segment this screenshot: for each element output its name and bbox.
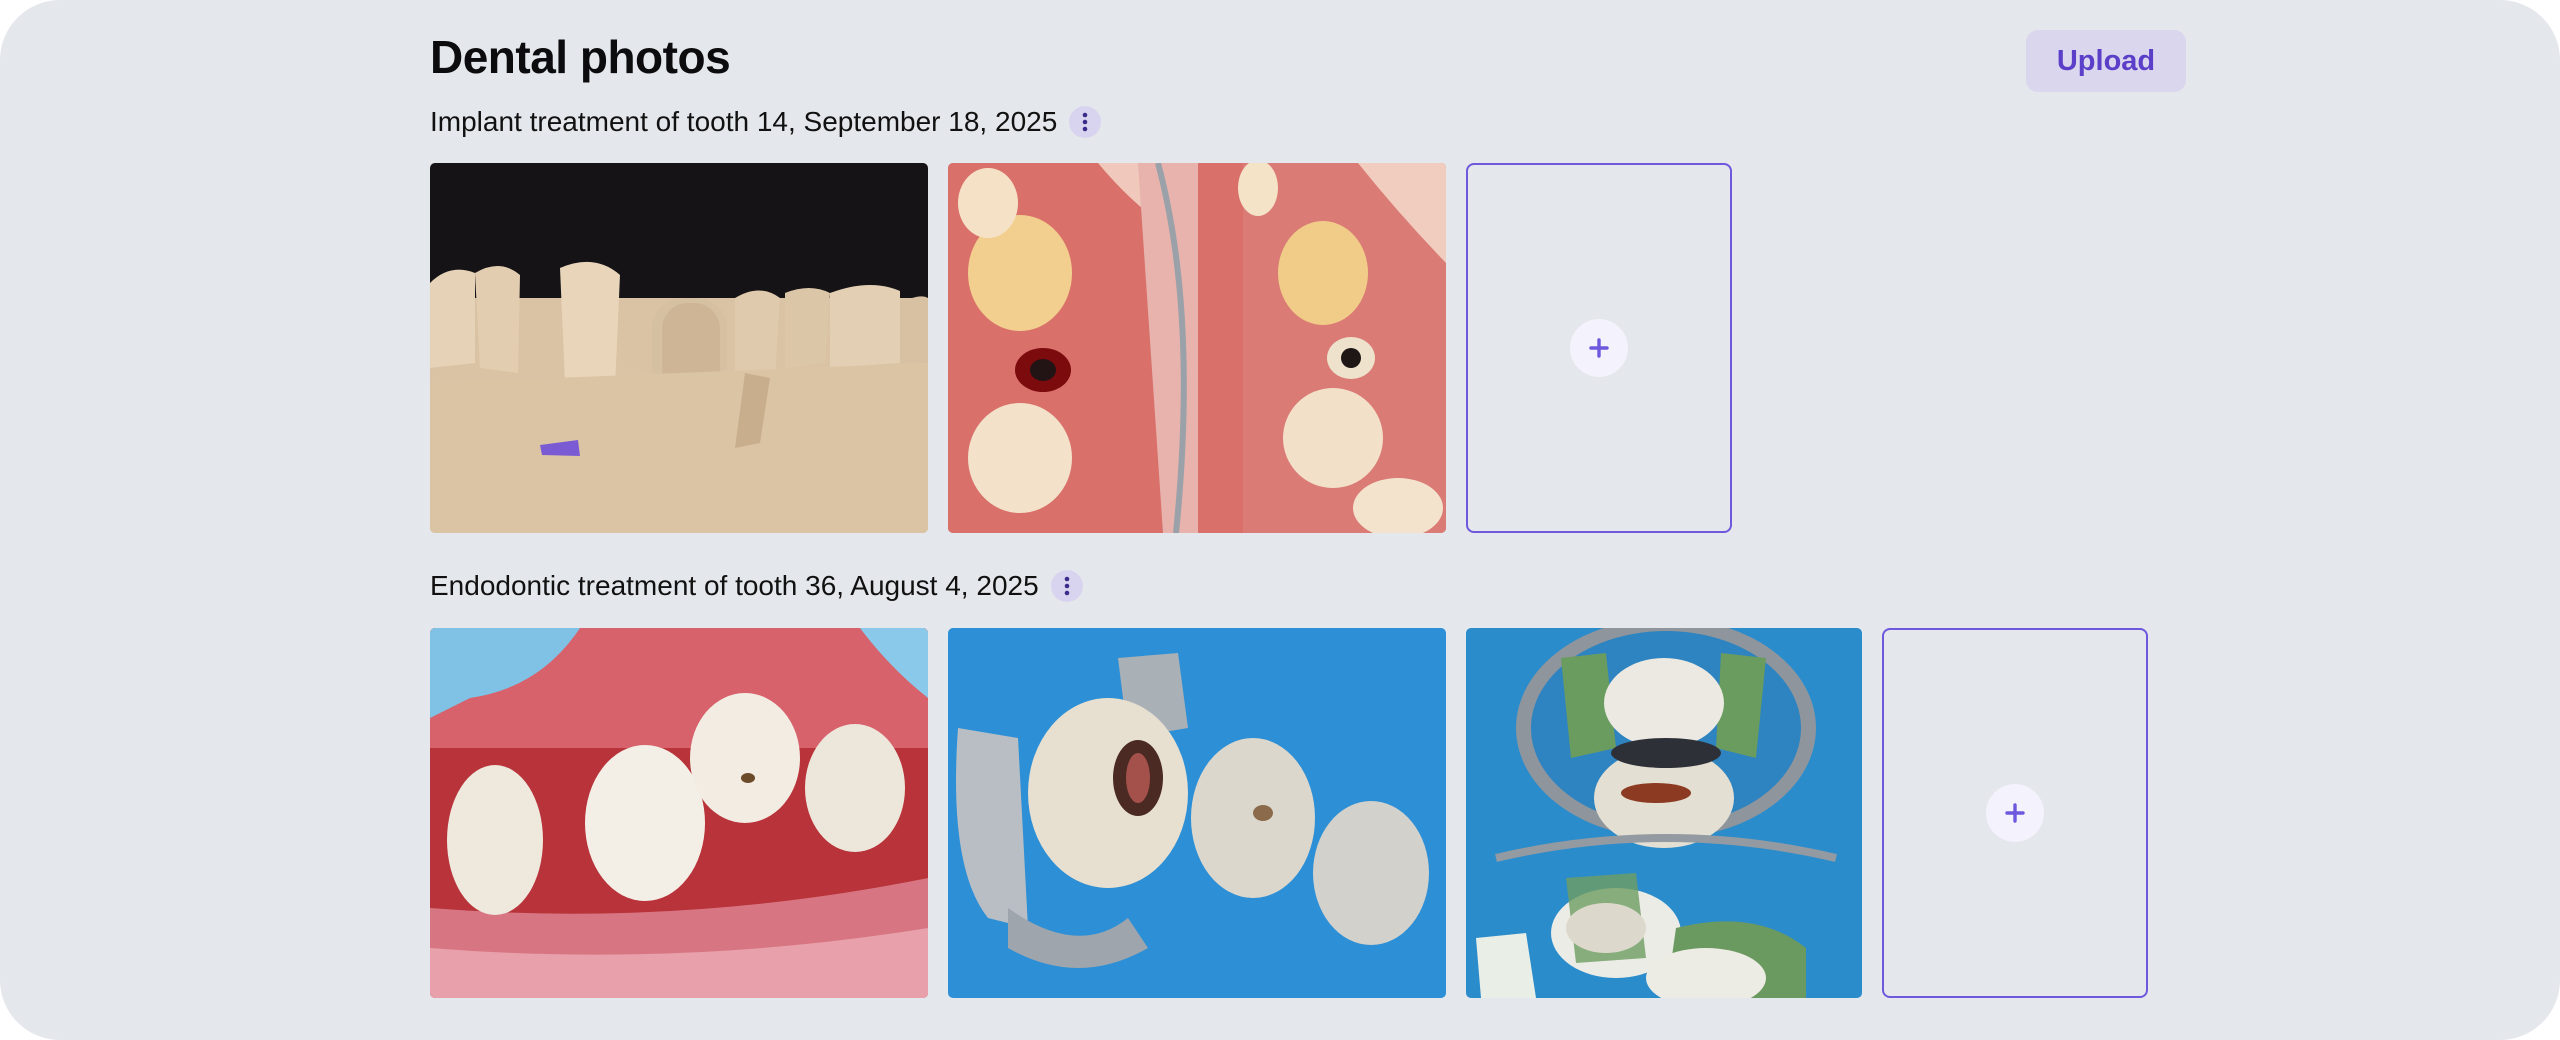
plus-icon	[1986, 784, 2044, 842]
add-photo-tile[interactable]	[1466, 163, 1732, 533]
dental-model-implant-photo[interactable]	[430, 163, 928, 533]
add-photo-tile[interactable]	[1882, 628, 2148, 998]
dental-photos-panel: Dental photos Upload Implant treatment o…	[0, 0, 2560, 1040]
upload-button[interactable]: Upload	[2026, 30, 2186, 92]
section-header-implant: Implant treatment of tooth 14, September…	[430, 106, 1102, 138]
plus-icon	[1570, 319, 1628, 377]
implant-site-before-after-photo[interactable]	[948, 163, 1446, 533]
section-label: Endodontic treatment of tooth 36, August…	[430, 570, 1039, 601]
section-header-endodontic: Endodontic treatment of tooth 36, August…	[430, 570, 1083, 602]
page-title: Dental photos	[430, 31, 731, 83]
rubber-dam-access-cavity-photo[interactable]	[948, 628, 1446, 998]
molars-intraoral-photo[interactable]	[430, 628, 928, 998]
section-label: Implant treatment of tooth 14, September…	[430, 106, 1058, 137]
kebab-menu-icon[interactable]	[1069, 106, 1102, 138]
kebab-menu-icon[interactable]	[1050, 570, 1083, 602]
rubber-dam-mirror-view-photo[interactable]	[1466, 628, 1862, 998]
